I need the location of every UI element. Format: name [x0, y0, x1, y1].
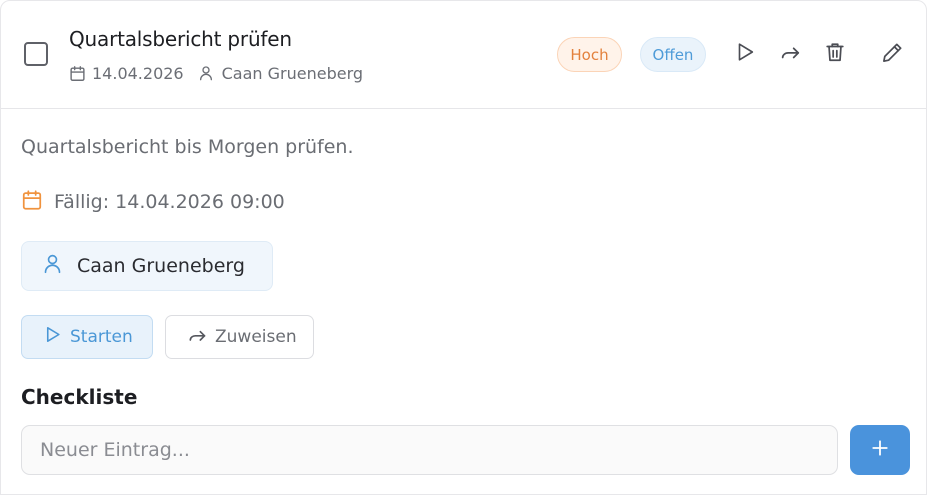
due-date-label: Fällig: 14.04.2026 09:00 [54, 191, 285, 213]
priority-badge: Hoch [557, 37, 622, 72]
status-badge: Offen [640, 37, 706, 72]
calendar-icon [21, 189, 54, 216]
plus-icon [871, 439, 889, 461]
add-entry-button[interactable] [850, 425, 910, 475]
task-assignee: Caan Grueneberg [221, 63, 364, 83]
edit-icon [881, 41, 904, 68]
calendar-icon [69, 65, 86, 82]
assign-button[interactable]: Zuweisen [165, 315, 314, 359]
due-date-row: Fällig: 14.04.2026 09:00 [21, 189, 285, 215]
start-button[interactable]: Starten [21, 315, 153, 359]
assignee-name: Caan Grueneberg [77, 255, 245, 277]
checklist-title: Checkliste [21, 385, 138, 409]
play-icon [43, 325, 70, 349]
assignee-chip: Caan Grueneberg [21, 241, 273, 291]
new-entry-input[interactable] [21, 425, 838, 475]
forward-icon [187, 325, 215, 350]
task-checkbox[interactable] [24, 42, 48, 66]
task-description: Quartalsbericht bis Morgen prüfen. [21, 136, 354, 158]
start-button-label: Starten [70, 327, 133, 347]
user-icon [42, 253, 77, 279]
task-card: Quartalsbericht prüfen 14.04.2026 Caan G… [0, 0, 927, 495]
forward-icon [779, 41, 801, 67]
task-title: Quartalsbericht prüfen [69, 27, 292, 51]
assign-button-label: Zuweisen [215, 327, 297, 347]
play-icon [734, 41, 756, 67]
edit-task-button[interactable] [877, 39, 907, 69]
delete-task-button[interactable] [820, 39, 850, 69]
start-task-button[interactable] [730, 39, 760, 69]
user-icon [198, 65, 214, 81]
task-date: 14.04.2026 [92, 63, 184, 83]
trash-icon [824, 41, 846, 67]
assign-task-button[interactable] [775, 39, 805, 69]
task-header: Quartalsbericht prüfen 14.04.2026 Caan G… [1, 1, 926, 109]
task-meta: 14.04.2026 Caan Grueneberg [69, 62, 363, 84]
